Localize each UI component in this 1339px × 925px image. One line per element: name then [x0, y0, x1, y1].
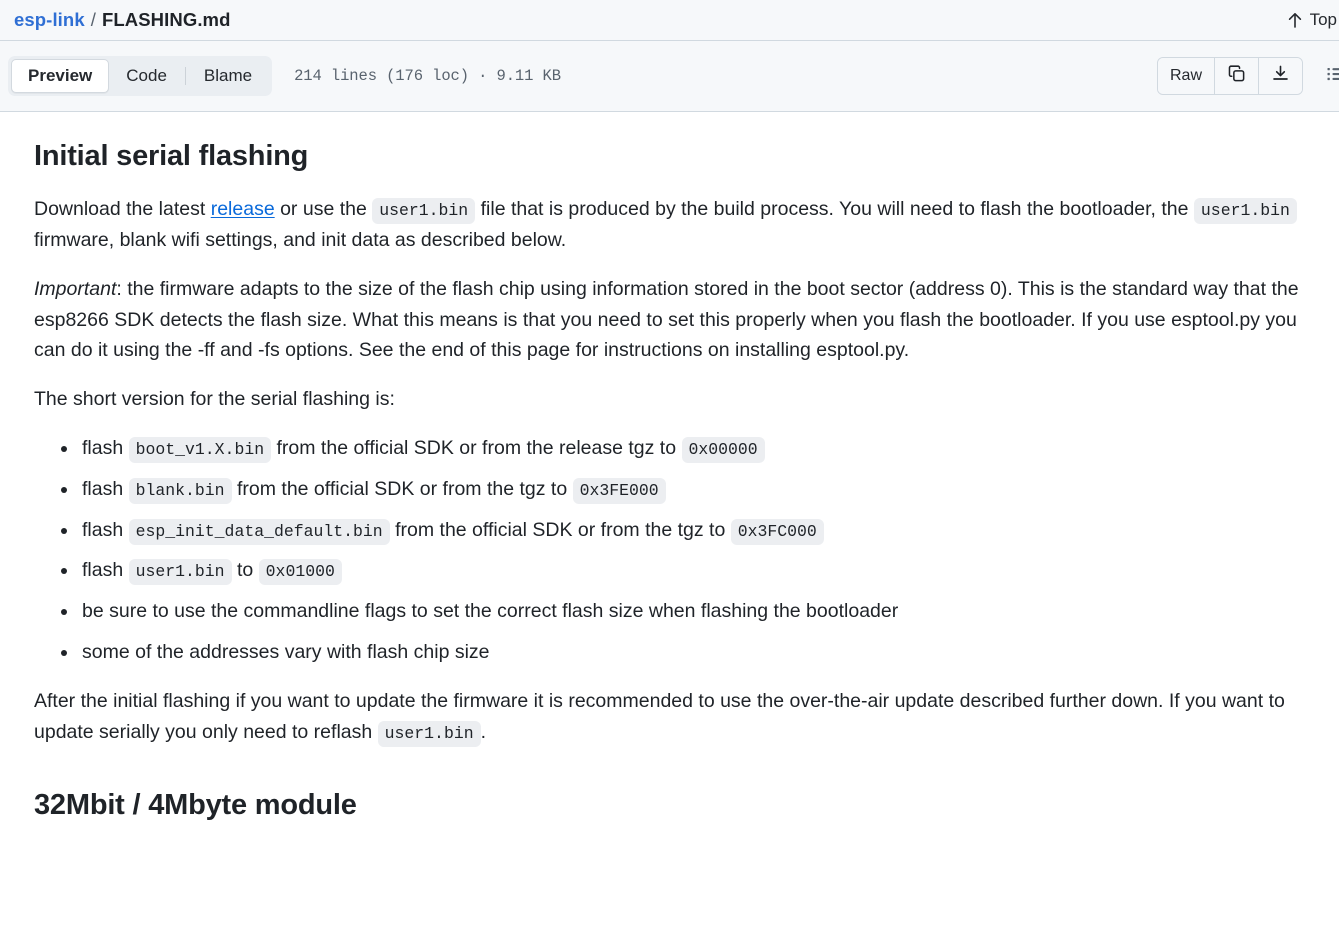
file-toolbar: Preview Code Blame 214 lines (176 loc) ·… [0, 41, 1339, 112]
li4-text: be sure to use the commandline flags to … [82, 600, 899, 623]
copy-button[interactable] [1215, 58, 1259, 94]
li3-text-a: flash [82, 559, 129, 582]
important-emphasis: Important [34, 277, 117, 300]
flash-steps-list: flash boot_v1.X.bin from the official SD… [34, 433, 1305, 668]
github-file-viewer: esp-link / FLASHING.md Top Preview Code … [0, 0, 1339, 925]
toolbar-actions: Raw [1156, 57, 1339, 95]
breadcrumb: esp-link / FLASHING.md [14, 9, 231, 31]
code-user1-bin-4: user1.bin [377, 720, 481, 747]
li5-text: some of the addresses vary with flash ch… [82, 641, 490, 664]
li3-text-b: to [231, 559, 259, 582]
outline-button[interactable] [1317, 57, 1339, 95]
back-to-top-label: Top [1309, 10, 1337, 29]
code-addr-0x3fe000: 0x3FE000 [572, 477, 666, 504]
release-link[interactable]: release [211, 198, 275, 220]
list-item: flash esp_init_data_default.bin from the… [61, 515, 1305, 546]
p4-text-a: After the initial flashing if you want t… [34, 689, 1285, 743]
markdown-body: Initial serial flashing Download the lat… [0, 112, 1339, 834]
back-to-top-link[interactable]: Top [1287, 10, 1339, 30]
li0-text-a: flash [82, 437, 129, 460]
breadcrumb-repo-link[interactable]: esp-link [14, 9, 85, 31]
tab-preview[interactable]: Preview [11, 59, 110, 93]
paragraph-download: Download the latest release or use the u… [34, 194, 1305, 256]
download-button[interactable] [1259, 58, 1302, 94]
li2-text-a: flash [82, 518, 129, 541]
code-user1-bin-2: user1.bin [1193, 198, 1297, 225]
p4-text-b: . [480, 720, 487, 743]
li1-text-a: flash [82, 477, 129, 500]
p1-text-a: Download the latest [34, 198, 211, 221]
tab-blame[interactable]: Blame [187, 59, 269, 93]
code-user1-bin-1: user1.bin [372, 198, 476, 225]
p2-text: : the firmware adapts to the size of the… [34, 277, 1299, 362]
outline-list-icon [1325, 63, 1339, 90]
code-blank-bin: blank.bin [128, 477, 232, 504]
heading-32mbit-module: 32Mbit / 4Mbyte module [34, 789, 357, 822]
file-header: esp-link / FLASHING.md Top [0, 0, 1339, 41]
list-item: flash boot_v1.X.bin from the official SD… [61, 433, 1305, 464]
list-item: flash user1.bin to 0x01000 [61, 555, 1305, 586]
code-boot-v1x-bin: boot_v1.X.bin [128, 437, 272, 464]
arrow-up-icon [1287, 11, 1303, 29]
code-user1-bin-3: user1.bin [128, 559, 232, 586]
list-item: be sure to use the commandline flags to … [61, 596, 1305, 627]
list-item: flash blank.bin from the official SDK or… [61, 474, 1305, 505]
raw-button[interactable]: Raw [1157, 58, 1215, 94]
copy-icon [1227, 64, 1246, 88]
download-icon [1271, 64, 1290, 88]
p1-text-d: firmware, blank wifi settings, and init … [34, 229, 567, 252]
li2-text-b: from the official SDK or from the tgz to [389, 518, 731, 541]
breadcrumb-separator: / [90, 9, 96, 30]
code-addr-0x01000: 0x01000 [258, 559, 342, 586]
tab-divider [184, 67, 186, 85]
tab-code[interactable]: Code [109, 59, 184, 93]
paragraph-short-version: The short version for the serial flashin… [34, 388, 395, 411]
heading-initial-serial-flashing: Initial serial flashing [34, 140, 309, 172]
paragraph-after-flashing: After the initial flashing if you want t… [34, 686, 1305, 748]
p1-text-b: or use the [274, 198, 373, 221]
code-addr-0x00000: 0x00000 [681, 437, 765, 464]
file-meta-info: 214 lines (176 loc) · 9.11 KB [294, 67, 561, 85]
li0-text-b: from the official SDK or from the releas… [271, 437, 682, 460]
code-addr-0x3fc000: 0x3FC000 [730, 518, 824, 545]
breadcrumb-filename: FLASHING.md [101, 9, 231, 30]
li1-text-b: from the official SDK or from the tgz to [231, 477, 573, 500]
paragraph-important: Important: the firmware adapts to the si… [34, 274, 1305, 366]
view-mode-tabs: Preview Code Blame [8, 56, 273, 96]
code-esp-init-data-default-bin: esp_init_data_default.bin [128, 518, 390, 545]
p1-text-c: file that is produced by the build proce… [475, 198, 1194, 221]
raw-copy-download-group: Raw [1156, 57, 1303, 95]
list-item: some of the addresses vary with flash ch… [61, 637, 1305, 668]
